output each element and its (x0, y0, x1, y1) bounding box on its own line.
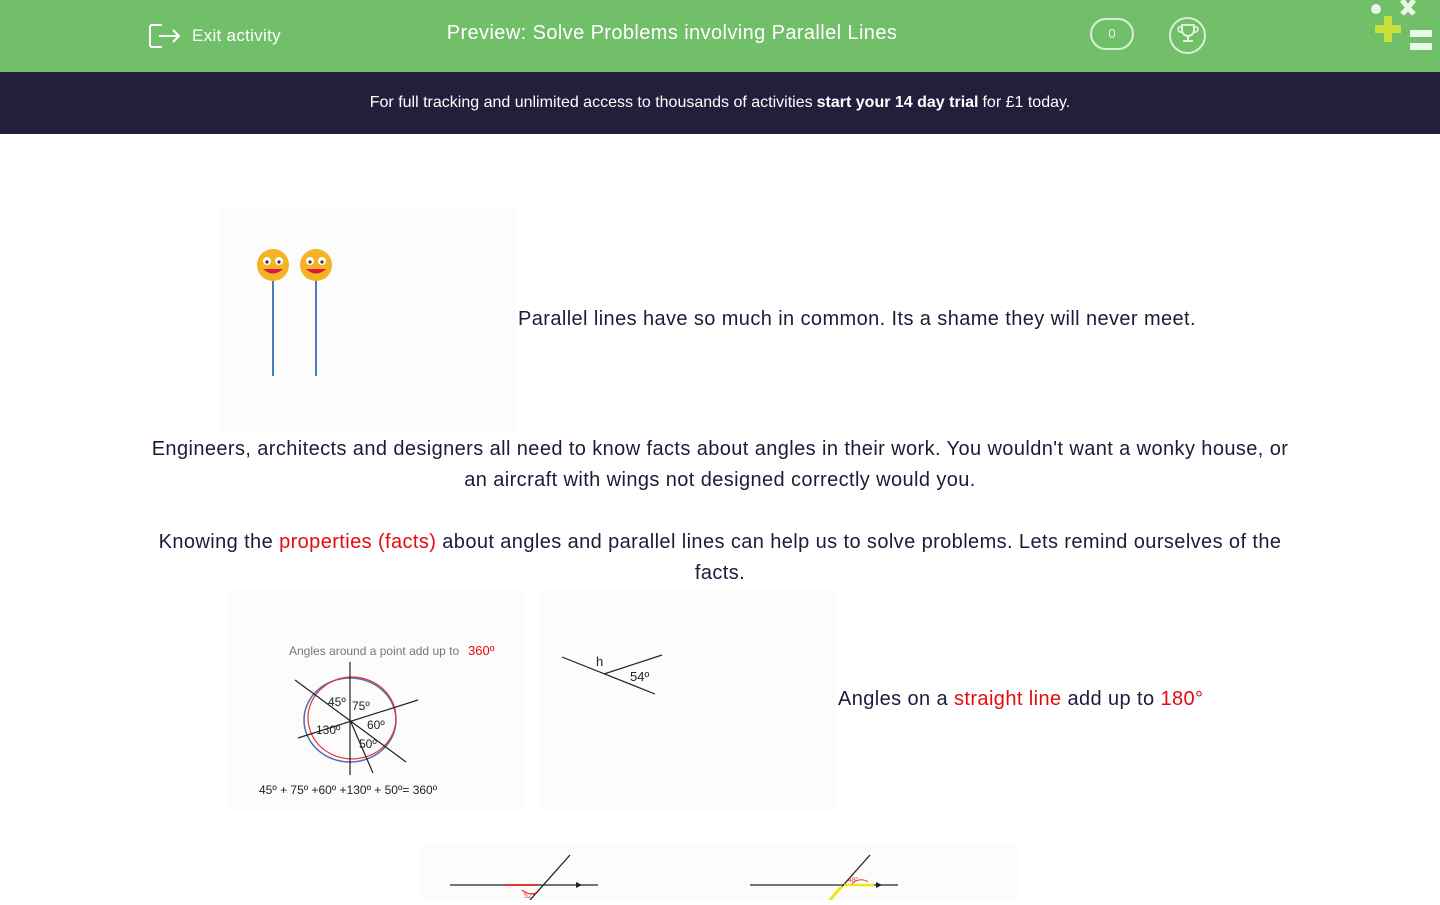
angle-label: 130º (316, 723, 341, 737)
point-title-value: 360º (468, 643, 495, 658)
point-equation: 45º + 75º +60º +130º + 50º= 360º (259, 783, 438, 797)
properties-text-after: about angles and parallel lines can help… (442, 531, 1282, 584)
straight-highlight: straight line (954, 688, 1062, 710)
exit-activity-label: Exit activity (192, 26, 281, 45)
trophy-icon (1176, 22, 1199, 49)
properties-paragraph: Knowing the properties (facts) about ang… (150, 527, 1290, 589)
angle-label: 50º (359, 737, 377, 751)
bottom-left-angle-label: 52° (524, 892, 535, 900)
page-title: Preview: Solve Problems involving Parall… (446, 22, 898, 44)
straight-value: 180° (1160, 688, 1204, 710)
bottom-right-angle-label: 48° (848, 876, 859, 884)
straight-line-fact: Angles on a straight line add up to 180° (838, 684, 1203, 715)
smiley-face-icon (257, 249, 289, 281)
straight-line-figure: h 54º (540, 590, 836, 810)
logo-icon (1362, 0, 1440, 60)
smiley-face-icon (300, 249, 332, 281)
known-angle-label: 54º (630, 669, 649, 684)
angle-label: 45º (328, 695, 346, 709)
exit-activity-button[interactable]: Exit activity (148, 20, 281, 52)
intro-paragraph: Engineers, architects and designers all … (151, 438, 1289, 491)
score-badge: 0 (1090, 18, 1134, 50)
parallel-angle-diagrams: 52° 48° (420, 845, 1018, 901)
straight-text-middle: add up to (1067, 688, 1155, 710)
properties-text-before: Knowing the (158, 531, 274, 553)
point-title-text: Angles around a point add up to (289, 644, 459, 658)
properties-highlight: properties (facts) (279, 531, 437, 553)
parallel-lines-figure (220, 208, 516, 432)
straight-text-before: Angles on a (838, 688, 949, 710)
banner-text-after: for £1 today. (982, 94, 1071, 111)
parallel-joke: Parallel lines have so much in common. I… (518, 308, 1196, 330)
exit-icon (148, 22, 182, 50)
trial-link[interactable]: start your 14 day trial (817, 94, 979, 112)
angles-around-point-figure: Angles around a point add up to 360º 45º… (228, 590, 524, 810)
top-bar: Exit activity Preview: Solve Problems in… (0, 0, 1440, 72)
banner-text-before: For full tracking and unlimited access t… (369, 94, 813, 111)
unknown-angle-label: h (596, 654, 603, 669)
angle-label: 75º (352, 699, 370, 713)
angle-label: 60º (367, 718, 385, 732)
trophy-button[interactable] (1169, 17, 1206, 54)
trial-banner: For full tracking and unlimited access t… (0, 72, 1440, 134)
